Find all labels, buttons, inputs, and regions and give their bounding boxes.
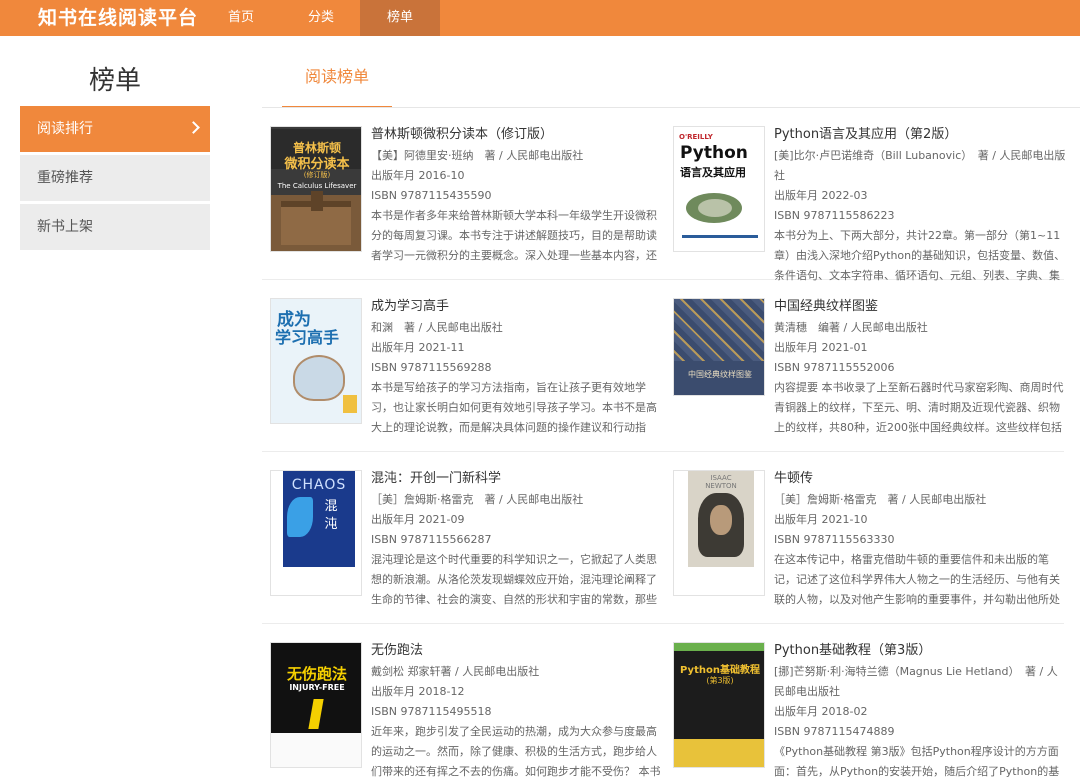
top-navbar: 知书在线阅读平台 首页 分类 榜单 <box>0 0 1080 36</box>
book-title[interactable]: 普林斯顿微积分读本（修订版） <box>371 126 663 144</box>
book-cover[interactable]: O'REILLY Python 语言及其应用 <box>673 126 765 252</box>
cover-text: CHAOS <box>291 477 347 493</box>
cover-text: 混 <box>324 499 338 514</box>
brand-logo[interactable]: 知书在线阅读平台 <box>38 0 198 36</box>
book-author: [美]比尔·卢巴诺维奇（Bill Lubanovic） 著 / 人民邮电出版社 <box>774 149 1066 182</box>
nav-home[interactable]: 首页 <box>201 0 281 36</box>
book-description: 内容提要 本书收录了上至新石器时代马家窑彩陶、商周时代青铜器上的纹样，下至元、明… <box>774 381 1064 434</box>
book-author: 【美】阿德里安·班纳 著 / 人民邮电出版社 <box>371 149 584 162</box>
book-info: 混沌：开创一门新科学 ［美］詹姆斯·格雷克 著 / 人民邮电出版社 出版年月 2… <box>371 470 663 610</box>
book-description: 在这本传记中，格雷克借助牛顿的重要信件和未出版的笔记，记述了这位科学界伟大人物之… <box>774 553 1060 606</box>
book-author: 和渊 著 / 人民邮电出版社 <box>371 321 503 334</box>
book-description: 《Python基础教程 第3版》包括Python程序设计的方方面面：首先，从Py… <box>774 745 1060 778</box>
book-card: 成为 学习高手 成为学习高手 和渊 著 / 人民邮电出版社 出版年月 2021-… <box>270 298 666 448</box>
cover-text: INJURY-FREE <box>289 683 345 692</box>
cover-text: 语言及其应用 <box>680 166 746 179</box>
book-date: 出版年月 2021-10 <box>774 513 868 526</box>
sidebar-item-label: 新书上架 <box>37 219 93 235</box>
cover-text: 沌 <box>324 517 338 532</box>
cover-text: 学习高手 <box>275 328 340 347</box>
book-title[interactable]: 牛顿传 <box>774 470 1066 488</box>
cover-text: NEWTON <box>705 482 737 490</box>
book-info: 无伤跑法 戴剑松 郑家轩著 / 人民邮电出版社 出版年月 2018-12 ISB… <box>371 642 663 782</box>
book-author: 黄清穗 编著 / 人民邮电出版社 <box>774 321 928 334</box>
cover-text: O'REILLY <box>679 133 713 141</box>
book-description: 本书分为上、下两大部分，共计22章。第一部分（第1~11章）由浅入深地介绍Pyt… <box>774 229 1066 282</box>
book-title[interactable]: 成为学习高手 <box>371 298 663 316</box>
book-cover[interactable]: ISAAC NEWTON <box>673 470 765 596</box>
book-card: CHAOS 混 沌 混沌：开创一门新科学 ［美］詹姆斯·格雷克 著 / 人民邮电… <box>270 470 666 620</box>
book-info: 中国经典纹样图鉴 黄清穗 编著 / 人民邮电出版社 出版年月 2021-01 I… <box>774 298 1066 438</box>
book-cover[interactable]: 无伤跑法 INJURY-FREE <box>270 642 362 768</box>
book-date: 出版年月 2018-12 <box>371 685 465 698</box>
book-cover[interactable]: CHAOS 混 沌 <box>270 470 362 596</box>
book-isbn: ISBN 9787115495518 <box>371 705 492 718</box>
cover-text: (修订版) <box>303 171 331 179</box>
book-title[interactable]: 混沌：开创一门新科学 <box>371 470 663 488</box>
book-isbn: ISBN 9787115569288 <box>371 361 492 374</box>
sidebar-item-featured[interactable]: 重磅推荐 <box>20 155 210 201</box>
sidebar-item-label: 重磅推荐 <box>37 170 93 186</box>
cover-text: ISAAC <box>710 474 732 482</box>
book-description: 本书是作者多年来给普林斯顿大学本科一年级学生开设微积分的每周复习课。本书专注于讲… <box>371 209 657 262</box>
cover-text: Python <box>680 143 748 163</box>
book-card: ISAAC NEWTON 牛顿传 ［美］詹姆斯·格雷克 著 / 人民邮电出版社 … <box>673 470 1069 620</box>
cover-text: Python基础教程 <box>680 665 760 676</box>
sidebar-item-label: 阅读排行 <box>37 121 93 137</box>
book-isbn: ISBN 9787115586223 <box>774 209 895 222</box>
book-date: 出版年月 2021-09 <box>371 513 465 526</box>
chevron-right-icon <box>187 121 200 134</box>
sidebar-item-new-arrivals[interactable]: 新书上架 <box>20 204 210 250</box>
book-info: 成为学习高手 和渊 著 / 人民邮电出版社 出版年月 2021-11 ISBN … <box>371 298 663 438</box>
book-author: ［美］詹姆斯·格雷克 著 / 人民邮电出版社 <box>371 493 584 506</box>
book-date: 出版年月 2016-10 <box>371 169 465 182</box>
book-info: Python基础教程（第3版） [挪]芒努斯·利·海特兰德（Magnus Lie… <box>774 642 1066 782</box>
book-info: Python语言及其应用（第2版） [美]比尔·卢巴诺维奇（Bill Luban… <box>774 126 1066 286</box>
book-cover[interactable]: Python基础教程 (第3版) <box>673 642 765 768</box>
book-title[interactable]: Python基础教程（第3版） <box>774 642 1066 660</box>
book-isbn: ISBN 9787115563330 <box>774 533 895 546</box>
book-cover[interactable]: 成为 学习高手 <box>270 298 362 424</box>
nav-rankings[interactable]: 榜单 <box>360 0 440 36</box>
book-info: 普林斯顿微积分读本（修订版） 【美】阿德里安·班纳 著 / 人民邮电出版社 出版… <box>371 126 663 266</box>
sidebar-title: 榜单 <box>88 66 141 96</box>
book-title[interactable]: 中国经典纹样图鉴 <box>774 298 1066 316</box>
tab-divider <box>262 107 1080 108</box>
book-card: O'REILLY Python 语言及其应用 Python语言及其应用（第2版）… <box>673 126 1069 282</box>
book-card: 中国经典纹样图鉴 中国经典纹样图鉴 黄清穗 编著 / 人民邮电出版社 出版年月 … <box>673 298 1069 448</box>
book-date: 出版年月 2018-02 <box>774 705 868 718</box>
book-description: 本书是写给孩子的学习方法指南，旨在让孩子更有效地学习，也让家长明白如何更有效地引… <box>371 381 657 434</box>
book-title[interactable]: Python语言及其应用（第2版） <box>774 126 1066 144</box>
book-description: 混沌理论是这个时代重要的科学知识之一，它掀起了人类思想的新浪潮。从洛伦茨发现蝴蝶… <box>371 553 657 606</box>
book-title[interactable]: 无伤跑法 <box>371 642 663 660</box>
book-date: 出版年月 2021-01 <box>774 341 868 354</box>
cover-text: (第3版) <box>706 676 734 685</box>
tab-reading-rank[interactable]: 阅读榜单 <box>282 56 392 108</box>
book-date: 出版年月 2021-11 <box>371 341 465 354</box>
sidebar-item-reading-rank[interactable]: 阅读排行 <box>20 106 210 152</box>
book-author: [挪]芒努斯·利·海特兰德（Magnus Lie Hetland） 著 / 人民… <box>774 665 1058 698</box>
book-isbn: ISBN 9787115435590 <box>371 189 492 202</box>
cover-text: 无伤跑法 <box>286 665 347 683</box>
book-card: 无伤跑法 INJURY-FREE 无伤跑法 戴剑松 郑家轩著 / 人民邮电出版社… <box>270 642 666 784</box>
row-divider <box>262 623 1064 624</box>
nav-category[interactable]: 分类 <box>281 0 361 36</box>
book-date: 出版年月 2022-03 <box>774 189 868 202</box>
cover-text: The Calculus Lifesaver <box>277 182 357 190</box>
book-isbn: ISBN 9787115566287 <box>371 533 492 546</box>
book-isbn: ISBN 9787115474889 <box>774 725 895 738</box>
cover-text: 中国经典纹样图鉴 <box>688 370 752 379</box>
book-card: 普林斯顿 微积分读本 (修订版) The Calculus Lifesaver … <box>270 126 666 276</box>
book-card: Python基础教程 (第3版) Python基础教程（第3版） [挪]芒努斯·… <box>673 642 1069 784</box>
book-isbn: ISBN 9787115552006 <box>774 361 895 374</box>
book-description: 近年来，跑步引发了全民运动的热潮，成为大众参与度最高的运动之一。然而，除了健康、… <box>371 725 661 778</box>
book-info: 牛顿传 ［美］詹姆斯·格雷克 著 / 人民邮电出版社 出版年月 2021-10 … <box>774 470 1066 610</box>
book-cover[interactable]: 中国经典纹样图鉴 <box>673 298 765 396</box>
row-divider <box>262 451 1064 452</box>
book-cover[interactable]: 普林斯顿 微积分读本 (修订版) The Calculus Lifesaver <box>270 126 362 252</box>
book-author: ［美］詹姆斯·格雷克 著 / 人民邮电出版社 <box>774 493 987 506</box>
book-author: 戴剑松 郑家轩著 / 人民邮电出版社 <box>371 665 540 678</box>
